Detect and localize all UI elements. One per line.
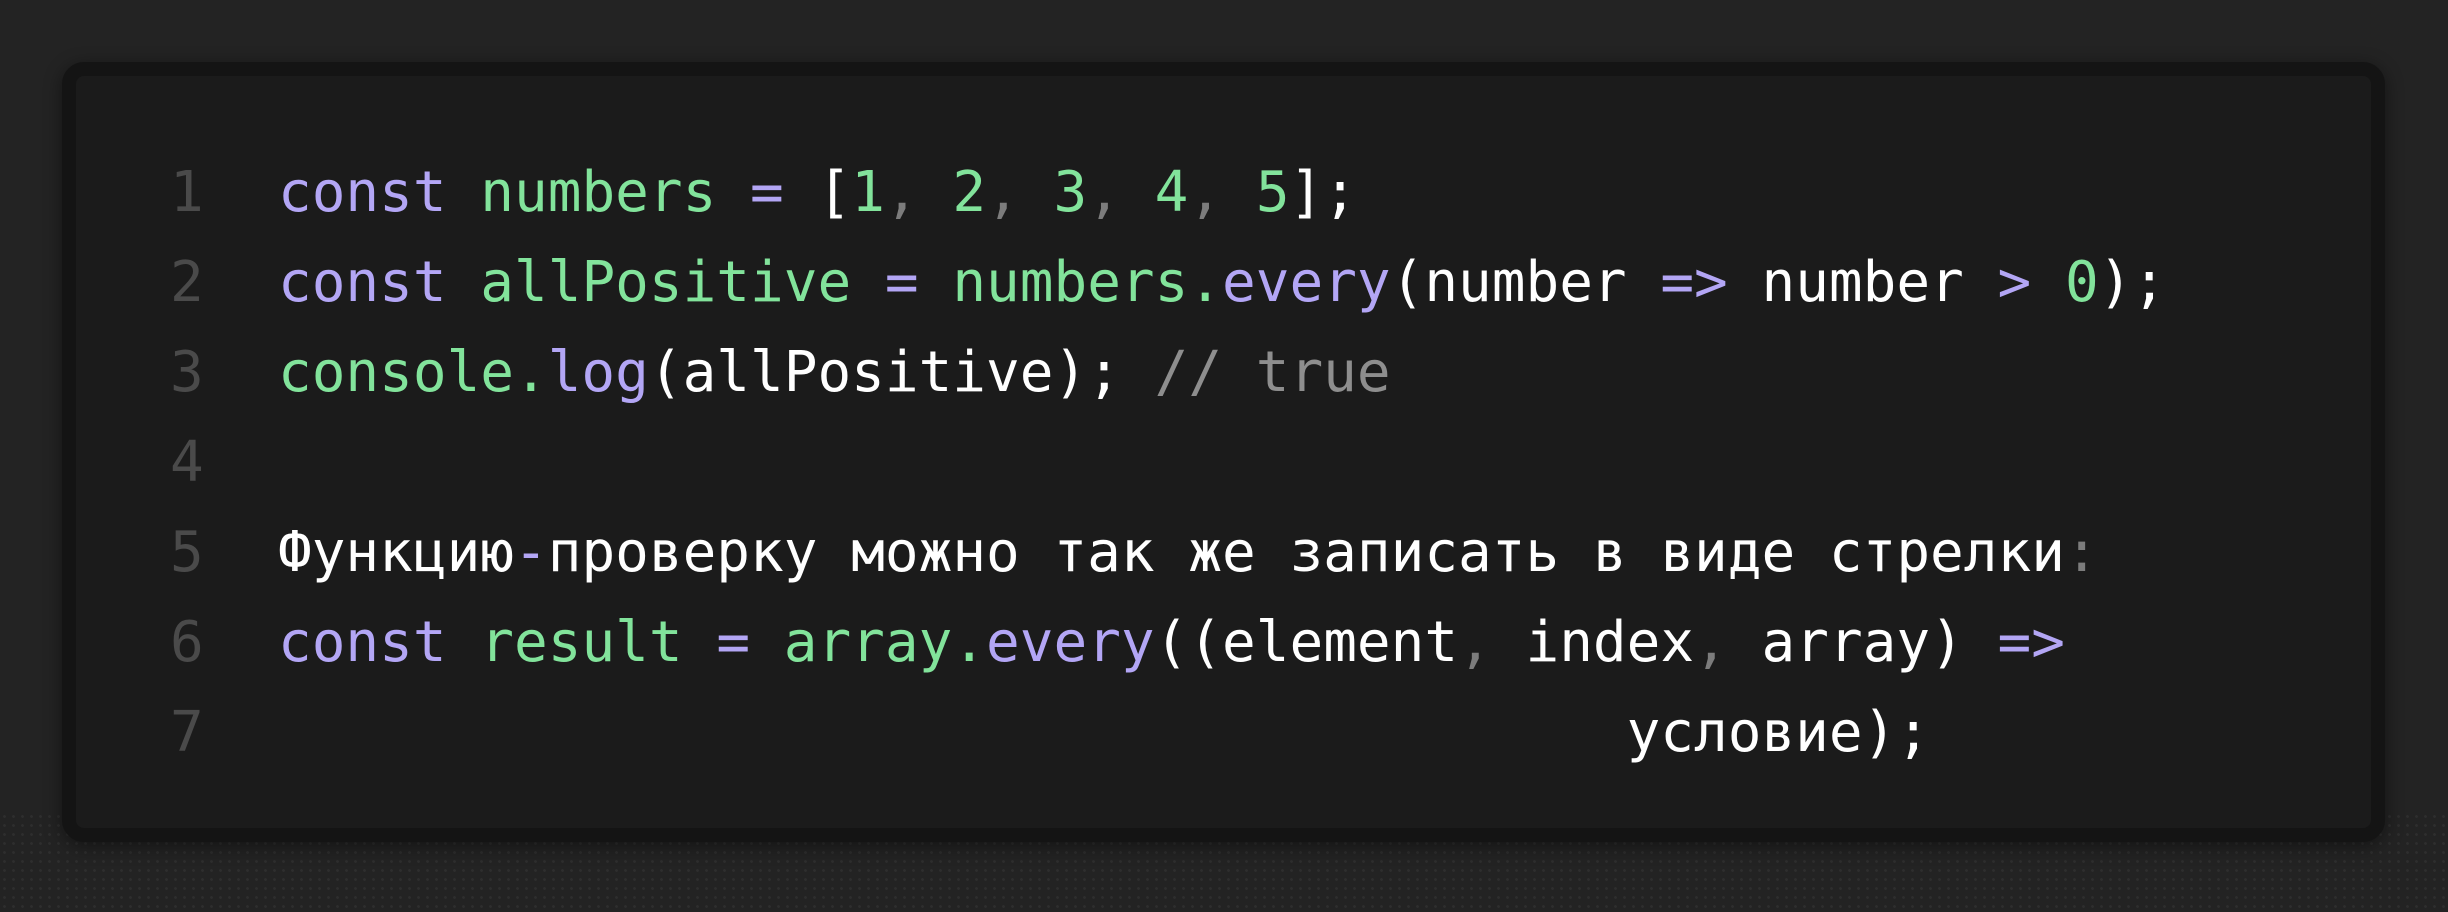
code-token: , xyxy=(884,160,953,225)
code-token: result xyxy=(480,610,683,675)
code-token: // true xyxy=(1154,340,1391,405)
code-text: const allPositive = numbers.every(number… xyxy=(278,238,2166,328)
code-token: ]; xyxy=(1289,160,1357,225)
code-token: const xyxy=(278,160,447,225)
code-token: const xyxy=(278,610,447,675)
code-token: const xyxy=(278,250,447,315)
code-token: Функцию xyxy=(278,520,515,585)
code-text: console.log(allPositive); // true xyxy=(278,328,1391,418)
code-token: => xyxy=(1997,610,2065,675)
code-token: array. xyxy=(783,610,987,675)
code-token: 3 xyxy=(1053,160,1088,225)
code-line: 2 const allPositive = numbers.every(numbe… xyxy=(170,238,2351,328)
code-token: ); xyxy=(2098,250,2167,315)
code-token: index xyxy=(1525,610,1695,675)
code-body: 1 const numbers = [1, 2, 3, 4, 5]; 2 const … xyxy=(170,148,2351,778)
code-text: const result = array.every((element, ind… xyxy=(278,598,2065,688)
code-token: every xyxy=(1222,250,1391,315)
code-line: 3 console.log(allPositive); // true xyxy=(170,328,2351,418)
code-token: every xyxy=(986,610,1155,675)
code-token: 0 xyxy=(2064,250,2099,315)
code-token: 5 xyxy=(1255,160,1290,225)
line-number: 6 xyxy=(170,610,204,675)
line-number: 2 xyxy=(170,250,204,315)
line-number: 4 xyxy=(170,430,204,495)
code-token: log xyxy=(547,340,649,405)
code-token: > xyxy=(1997,250,2032,315)
code-token: = xyxy=(750,160,784,225)
code-block: 1 const numbers = [1, 2, 3, 4, 5]; 2 const … xyxy=(62,62,2385,842)
code-line: 6 const result = array.every((element, in… xyxy=(170,598,2351,688)
code-token: [ xyxy=(783,160,852,225)
code-token: , xyxy=(1188,160,1256,225)
code-token: , xyxy=(986,160,1054,225)
code-line: 4 xyxy=(170,418,2351,508)
code-token: numbers. xyxy=(952,250,1223,315)
code-line: 5 Функцию-проверку можно так же записать … xyxy=(170,508,2351,598)
code-token: проверку можно так же записать в виде ст… xyxy=(547,520,2065,585)
code-token: (allPositive); xyxy=(648,340,1155,405)
code-token: , xyxy=(1458,610,1526,675)
code-token: console. xyxy=(278,340,548,405)
code-token: = xyxy=(884,250,919,315)
code-text: const numbers = [1, 2, 3, 4, 5]; xyxy=(278,148,1357,238)
code-token: allPositive xyxy=(480,250,852,315)
code-token: => xyxy=(1660,250,1728,315)
code-token: : xyxy=(2064,520,2099,585)
code-token: 2 xyxy=(952,160,987,225)
line-number: 3 xyxy=(170,340,204,405)
code-token: numbers xyxy=(480,160,717,225)
code-token: - xyxy=(514,520,548,585)
code-text: Функцию-проверку можно так же записать в… xyxy=(278,508,2099,598)
code-line: 7 условие); xyxy=(170,688,2351,778)
code-token: 1 xyxy=(851,160,885,225)
line-number: 5 xyxy=(170,520,204,585)
code-token: (number xyxy=(1390,250,1661,315)
code-token: = xyxy=(716,610,751,675)
line-number: 7 xyxy=(170,700,204,765)
code-token: ((element xyxy=(1154,610,1459,675)
code-line: 1 const numbers = [1, 2, 3, 4, 5]; xyxy=(170,148,2351,238)
code-text: условие); xyxy=(278,688,1930,778)
code-token: , xyxy=(1694,610,1762,675)
code-token: , xyxy=(1087,160,1155,225)
code-token: условие); xyxy=(278,700,1931,765)
line-number: 1 xyxy=(170,160,204,225)
code-token: number xyxy=(1727,250,1998,315)
code-token: array) xyxy=(1761,610,1998,675)
code-token: 4 xyxy=(1154,160,1189,225)
